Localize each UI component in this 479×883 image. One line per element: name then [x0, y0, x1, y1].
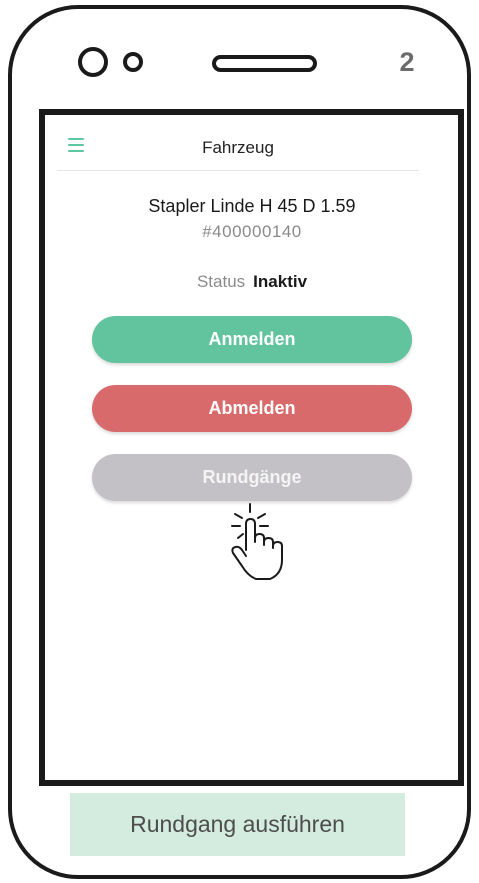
status-badge: Inaktiv	[253, 272, 308, 291]
vehicle-name: Stapler Linde H 45 D 1.59	[148, 196, 356, 216]
sensor-icon	[123, 52, 143, 72]
caption-banner: Rundgang ausführen	[70, 793, 405, 856]
tap-hand-icon	[231, 503, 283, 580]
rounds-button[interactable]: Rundgänge	[92, 454, 412, 501]
step-number: 2	[399, 47, 415, 77]
front-camera-icon	[78, 47, 108, 77]
login-button[interactable]: Anmelden	[92, 316, 412, 363]
app-header: Fahrzeug	[57, 130, 419, 171]
status-label: Status	[196, 272, 246, 291]
speaker-icon	[212, 55, 317, 72]
vehicle-id: #400000140	[202, 222, 302, 241]
logout-button[interactable]: Abmelden	[92, 385, 412, 432]
page-title: Fahrzeug	[202, 138, 274, 157]
status-row: Status Inaktiv	[60, 272, 444, 292]
